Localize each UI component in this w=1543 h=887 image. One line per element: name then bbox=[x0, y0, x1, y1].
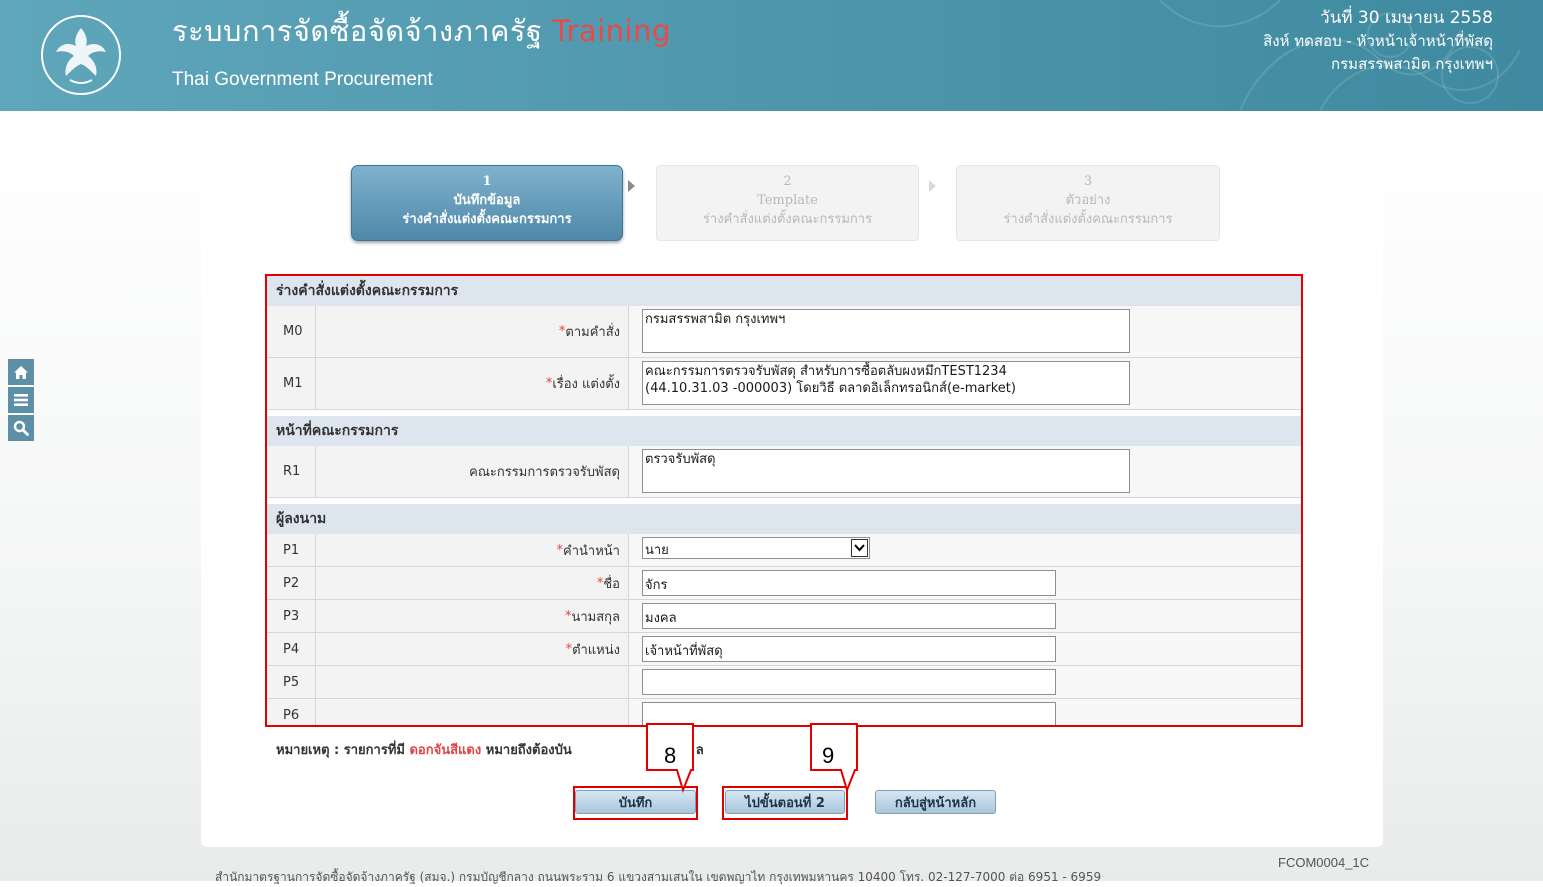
training-badge: Training bbox=[552, 14, 671, 48]
user-info: วันที่ 30 เมษายน 2558 สิงห์ ทดสอบ - หัวห… bbox=[1263, 7, 1493, 76]
row-code: M1 bbox=[267, 358, 316, 410]
note-prefix: หมายเหตุ : รายการที่มี bbox=[276, 743, 405, 758]
app-title: ระบบการจัดซื้อจัดจ้างภาครัฐ Training bbox=[172, 8, 671, 54]
menu-icon bbox=[14, 394, 28, 406]
home-icon bbox=[14, 365, 28, 379]
form-row-p1: P1 * คำนำหน้า นาย bbox=[267, 534, 1301, 567]
step-arrow-icon bbox=[628, 180, 635, 192]
row-code: P2 bbox=[267, 567, 316, 600]
form-row-m0: M0 * ตามคำสั่ง กรมสรรพสามิต กรุงเทพฯ bbox=[267, 306, 1301, 358]
row-input-cell: นาย bbox=[629, 534, 1301, 567]
app-subtitle: Thai Government Procurement bbox=[172, 69, 433, 90]
note-highlight: ดอกจันสีแดง bbox=[409, 743, 482, 758]
form-row-p4: P4 * ตำแหน่ง เจ้าหน้าที่พัสดุ bbox=[267, 633, 1301, 666]
row-input-cell bbox=[629, 666, 1301, 699]
search-icon bbox=[13, 420, 29, 436]
row-input-cell: เจ้าหน้าที่พัสดุ bbox=[629, 633, 1301, 666]
search-button[interactable] bbox=[8, 415, 34, 441]
row-label-text: เรื่อง แต่งตั้ง bbox=[552, 377, 620, 392]
app-title-text: ระบบการจัดซื้อจัดจ้างภาครัฐ bbox=[172, 14, 543, 48]
order-by-textarea[interactable]: กรมสรรพสามิต กรุงเทพฯ bbox=[642, 309, 1130, 353]
first-name-input[interactable]: จักร bbox=[642, 570, 1056, 596]
form-row-p2: P2 * ชื่อ จักร bbox=[267, 567, 1301, 600]
title-prefix-value: นาย bbox=[645, 543, 669, 558]
footer-address: สำนักมาตรฐานการจัดซื้อจัดจ้างภาครัฐ (สมจ… bbox=[215, 870, 1102, 884]
step-2-subtitle: ร่างคำสั่งแต่งตั้งคณะกรรมการ bbox=[702, 212, 873, 227]
user-department: กรมสรรพสามิต กรุงเทพฯ bbox=[1331, 55, 1493, 73]
row-code: P1 bbox=[267, 534, 316, 567]
title-prefix-select[interactable]: นาย bbox=[642, 537, 870, 559]
menu-button[interactable] bbox=[8, 387, 34, 413]
row-input-cell: คณะกรรมการตรวจรับพัสดุ สำหรับการซื้อตลับ… bbox=[629, 358, 1301, 410]
header-banner: ระบบการจัดซื้อจัดจ้างภาครัฐ Training Thai… bbox=[0, 0, 1543, 111]
row-input-cell: จักร bbox=[629, 567, 1301, 600]
row-label-text: นามสกุล bbox=[571, 609, 620, 625]
last-name-input[interactable]: มงคล bbox=[642, 603, 1056, 629]
callout-8: 8 bbox=[664, 743, 677, 768]
callout-9-shape bbox=[810, 723, 858, 794]
row-label: * นามสกุล bbox=[316, 600, 629, 633]
step-arrow-icon bbox=[929, 180, 936, 192]
row-label: * คำนำหน้า bbox=[316, 534, 629, 567]
p5-input[interactable] bbox=[642, 669, 1056, 695]
row-code: P6 bbox=[267, 699, 316, 725]
row-code: M0 bbox=[267, 306, 316, 358]
side-toolbar bbox=[8, 359, 34, 443]
form-row-p6: P6 bbox=[267, 699, 1301, 725]
row-label bbox=[316, 666, 629, 699]
garuda-logo bbox=[41, 15, 121, 95]
row-code: P5 bbox=[267, 666, 316, 699]
note-suffix: หมายถึงต้องบัน bbox=[485, 743, 572, 758]
row-label-text: คณะกรรมการตรวจรับพัสดุ bbox=[469, 465, 620, 480]
step-1-number: 1 bbox=[482, 174, 492, 189]
row-label: * ตำแหน่ง bbox=[316, 633, 629, 666]
step-3-subtitle: ร่างคำสั่งแต่งตั้งคณะกรรมการ bbox=[1003, 212, 1173, 227]
step-2[interactable]: 2 Template ร่างคำสั่งแต่งตั้งคณะกรรมการ bbox=[656, 165, 919, 241]
committee-order-form: ร่างคำสั่งแต่งตั้งคณะกรรมการ M0 * ตามคำสั… bbox=[265, 274, 1303, 727]
home-button[interactable] bbox=[8, 359, 34, 385]
section-header-signer: ผู้ลงนาม bbox=[267, 504, 1301, 534]
form-row-m1: M1 * เรื่อง แต่งตั้ง คณะกรรมการตรวจรับพัส… bbox=[267, 358, 1301, 410]
section-header-order: ร่างคำสั่งแต่งตั้งคณะกรรมการ bbox=[267, 276, 1301, 306]
callout-9: 9 bbox=[822, 743, 835, 768]
row-code: R1 bbox=[267, 446, 316, 498]
step-2-number: 2 bbox=[783, 174, 792, 189]
section-header-duties: หน้าที่คณะกรรมการ bbox=[267, 416, 1301, 446]
step-1[interactable]: 1 บันทึกข้อมูล ร่างคำสั่งแต่งตั้งคณะกรรม… bbox=[351, 165, 623, 241]
row-label bbox=[316, 699, 629, 725]
step-1-subtitle: ร่างคำสั่งแต่งตั้งคณะกรรมการ bbox=[402, 212, 572, 227]
current-date: วันที่ 30 เมษายน 2558 bbox=[1320, 8, 1493, 28]
row-label: คณะกรรมการตรวจรับพัสดุ bbox=[316, 446, 629, 498]
required-note: หมายเหตุ : รายการที่มี ดอกจันสีแดง หมายถ… bbox=[276, 739, 704, 760]
row-label-text: ตามคำสั่ง bbox=[565, 325, 620, 340]
row-input-cell: ตรวจรับพัสดุ bbox=[629, 446, 1301, 498]
form-row-p3: P3 * นามสกุล มงคล bbox=[267, 600, 1301, 633]
chevron-down-icon[interactable] bbox=[851, 539, 868, 557]
user-name-role: สิงห์ ทดสอบ - หัวหน้าเจ้าหน้าที่พัสดุ bbox=[1263, 32, 1493, 50]
row-input-cell bbox=[629, 699, 1301, 725]
form-row-r1: R1 คณะกรรมการตรวจรับพัสดุ ตรวจรับพัสดุ bbox=[267, 446, 1301, 498]
row-label-text: ตำแหน่ง bbox=[572, 642, 620, 658]
step-3[interactable]: 3 ตัวอย่าง ร่างคำสั่งแต่งตั้งคณะกรรมการ bbox=[956, 165, 1220, 241]
step-3-title: ตัวอย่าง bbox=[1065, 193, 1111, 208]
row-label: * เรื่อง แต่งตั้ง bbox=[316, 358, 629, 410]
position-input[interactable]: เจ้าหน้าที่พัสดุ bbox=[642, 636, 1056, 662]
subject-textarea[interactable]: คณะกรรมการตรวจรับพัสดุ สำหรับการซื้อตลับ… bbox=[642, 361, 1130, 405]
row-label: * ตามคำสั่ง bbox=[316, 306, 629, 358]
row-label-text: ชื่อ bbox=[603, 576, 620, 592]
row-input-cell: มงคล bbox=[629, 600, 1301, 633]
row-label: * ชื่อ bbox=[316, 567, 629, 600]
row-input-cell: กรมสรรพสามิต กรุงเทพฯ bbox=[629, 306, 1301, 358]
form-row-p5: P5 bbox=[267, 666, 1301, 699]
row-code: P4 bbox=[267, 633, 316, 666]
step-1-title: บันทึกข้อมูล bbox=[453, 193, 521, 208]
screen-code: FCOM0004_1C bbox=[1278, 855, 1370, 870]
step-2-title: Template bbox=[757, 193, 818, 208]
back-to-main-button[interactable]: กลับสู่หน้าหลัก bbox=[875, 790, 996, 814]
row-code: P3 bbox=[267, 600, 316, 633]
step-3-number: 3 bbox=[1083, 174, 1093, 189]
row-label-text: คำนำหน้า bbox=[563, 543, 620, 559]
committee-duty-textarea[interactable]: ตรวจรับพัสดุ bbox=[642, 449, 1130, 493]
